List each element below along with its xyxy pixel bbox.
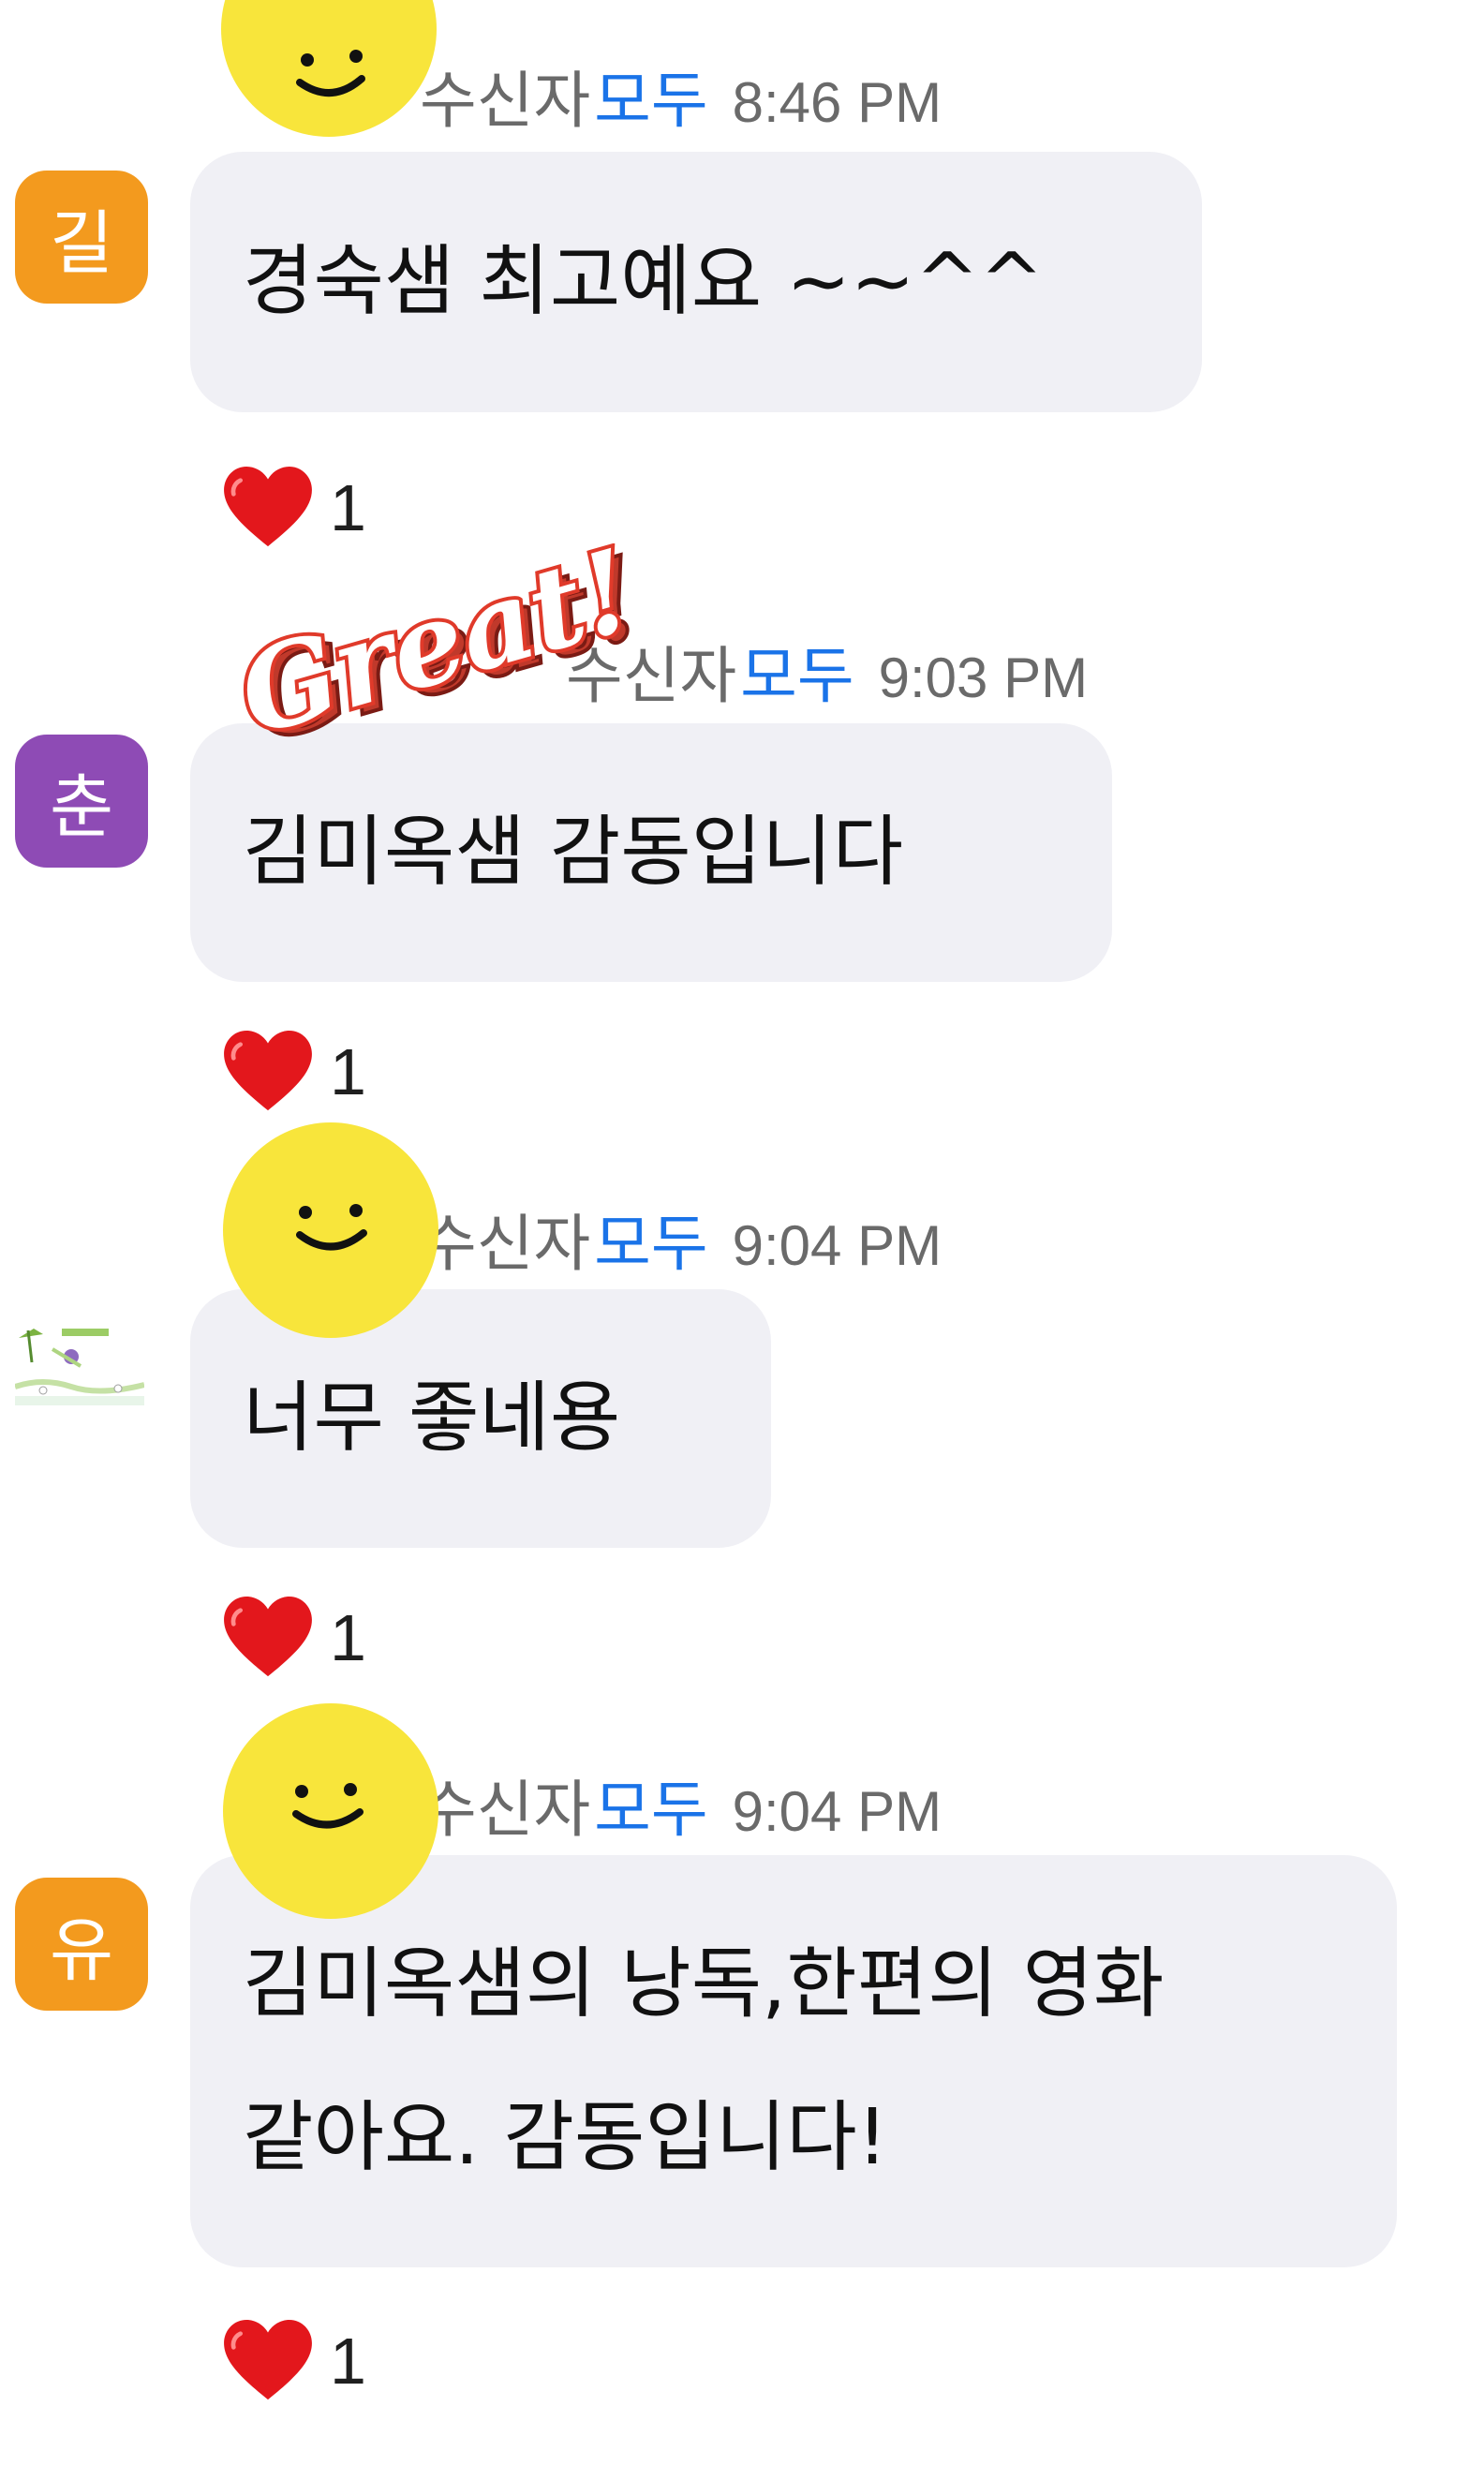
reaction-count: 1 [330, 1035, 366, 1108]
reaction[interactable]: 1 [223, 2320, 366, 2402]
heart-icon [224, 1031, 312, 1111]
sender-avatar[interactable]: 유 [15, 1878, 148, 2011]
recipient-label: 수신자 [420, 1208, 591, 1280]
sender-avatar[interactable]: 춘 [15, 735, 148, 868]
avatar-initial: 유 [49, 1909, 114, 1991]
recipient-all-link[interactable]: 모두 [594, 1774, 707, 1846]
recipient-label: 수신자 [420, 1774, 591, 1846]
reaction[interactable]: 1 [223, 1597, 366, 1679]
message-time: 9:04 PM [732, 1780, 942, 1843]
great-sticker-text: Great! [225, 543, 637, 762]
message-text: 경숙샘 최고예요 ~~^^ [243, 237, 1045, 326]
message-time: 8:46 PM [732, 71, 942, 134]
message-header: 수신자모두 9:03 PM [566, 639, 1088, 716]
message-bubble[interactable]: 경숙샘 최고예요 ~~^^ [190, 152, 1202, 412]
message-header: 수신자모두 9:04 PM [420, 1773, 942, 1850]
recipient-all-link[interactable]: 모두 [740, 640, 853, 712]
sender-avatar[interactable]: 길 [15, 171, 148, 304]
heart-icon [224, 2320, 312, 2400]
smiley-sticker [223, 1122, 438, 1338]
recipient-label: 수신자 [420, 65, 591, 137]
reaction-count: 1 [330, 471, 366, 544]
message-time: 9:04 PM [732, 1214, 942, 1277]
reaction[interactable]: 1 [223, 467, 366, 549]
sender-avatar-image[interactable] [14, 1321, 145, 1405]
message-text: 김미옥샘 감동입니다 [243, 808, 904, 897]
message-text: 너무 좋네용 [243, 1374, 621, 1463]
reaction-count: 1 [330, 2325, 366, 2398]
message-text: 김미옥샘의 낭독,한편의 영화 같아요. 감동입니다! [243, 1939, 1165, 2182]
great-sticker: Great! Great! [225, 543, 637, 770]
smiley-sticker [221, 0, 437, 137]
chat-panel: 수신자모두 8:46 PM 길 경숙샘 최고예요 ~~^^ 1 수신자모두 9:03… [0, 0, 1484, 2481]
avatar-thumbnail [14, 1321, 145, 1405]
recipient-all-link[interactable]: 모두 [594, 1208, 707, 1280]
message-header: 수신자모두 9:04 PM [420, 1207, 942, 1284]
smiley-face-icon [296, 50, 365, 97]
heart-icon [224, 467, 312, 547]
recipient-all-link[interactable]: 모두 [594, 65, 707, 137]
smiley-face-icon [296, 1204, 367, 1251]
heart-icon [224, 1597, 312, 1677]
reaction-count: 1 [330, 1601, 366, 1674]
avatar-initial: 춘 [49, 766, 114, 848]
smiley-face-icon [292, 1783, 364, 1829]
reaction[interactable]: 1 [223, 1031, 366, 1113]
message-time: 9:03 PM [878, 646, 1089, 709]
smiley-sticker [223, 1703, 438, 1919]
message-header: 수신자모두 8:46 PM [420, 64, 942, 141]
avatar-initial: 길 [49, 202, 114, 284]
